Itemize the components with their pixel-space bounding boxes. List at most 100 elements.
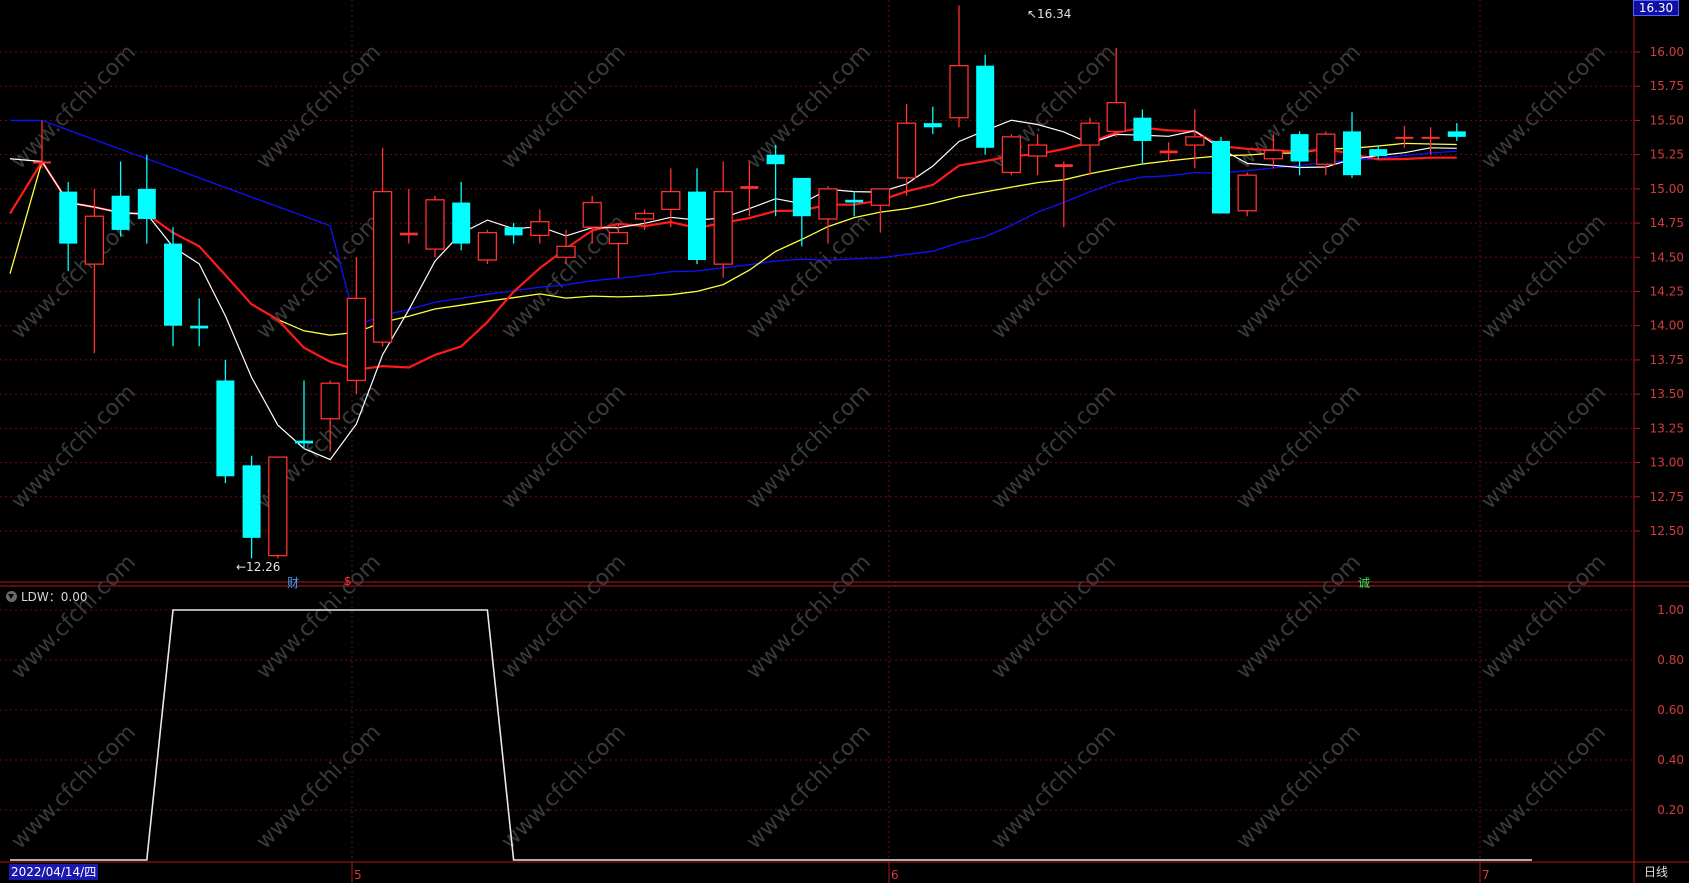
- watermark-text: www.cfchi.com: [1232, 380, 1366, 514]
- price-tick-label: 15.25: [1650, 148, 1684, 162]
- watermark-text: www.cfchi.com: [1477, 40, 1611, 174]
- watermark-text: www.cfchi.com: [7, 40, 141, 174]
- candle-body: [766, 154, 785, 165]
- watermark-text: www.cfchi.com: [7, 720, 141, 854]
- candle-body: [190, 325, 209, 329]
- candle-body: [1159, 150, 1178, 154]
- month-label: 6: [891, 868, 899, 882]
- watermark-text: www.cfchi.com: [742, 210, 876, 344]
- current-price-label: 16.30: [1633, 0, 1679, 16]
- high-price-label: ↖16.34: [1027, 7, 1071, 21]
- watermark-text: www.cfchi.com: [742, 380, 876, 514]
- watermark-text: www.cfchi.com: [497, 550, 631, 684]
- event-marker-dividend[interactable]: $: [344, 574, 352, 588]
- watermark-text: www.cfchi.com: [742, 720, 876, 854]
- candle-body: [949, 65, 969, 119]
- candle-body: [164, 243, 182, 326]
- period-selector[interactable]: 日线: [1636, 864, 1676, 881]
- watermark-text: www.cfchi.com: [1232, 210, 1366, 344]
- candle-body: [896, 122, 917, 179]
- candle-body: [1001, 136, 1022, 174]
- candle-body: [582, 201, 602, 228]
- indicator-tick-label: 0.60: [1657, 703, 1684, 717]
- candle-body: [1054, 164, 1073, 167]
- watermark-text: www.cfchi.com: [987, 210, 1121, 344]
- watermark-text: www.cfchi.com: [1232, 550, 1366, 684]
- price-tick-label: 15.75: [1650, 79, 1684, 93]
- candle-body: [268, 456, 288, 557]
- stock-chart[interactable]: www.cfchi.com www.cfchi.com www.cfchi.com w…: [0, 0, 1689, 883]
- candle-body: [818, 188, 838, 220]
- watermark-text: www.cfchi.com: [1477, 380, 1611, 514]
- watermark-text: www.cfchi.com: [252, 40, 386, 174]
- price-tick-label: 15.50: [1650, 113, 1684, 127]
- candle-body: [923, 123, 942, 128]
- price-tick-label: 12.50: [1650, 524, 1684, 538]
- candle-body: [1316, 133, 1336, 165]
- price-tick-label: 13.50: [1650, 387, 1684, 401]
- candle-body: [372, 190, 393, 343]
- watermark-text: www.cfchi.com: [1477, 210, 1611, 344]
- price-tick-label: 14.00: [1650, 319, 1684, 333]
- candle-body: [1447, 131, 1466, 137]
- watermark-text: www.cfchi.com: [987, 550, 1121, 684]
- watermark-text: www.cfchi.com: [742, 550, 876, 684]
- price-tick-label: 12.75: [1650, 490, 1684, 504]
- candle-body: [713, 190, 733, 265]
- month-label: 5: [354, 868, 362, 882]
- candle-body: [33, 161, 51, 164]
- candle-body: [320, 382, 340, 420]
- watermark-text: www.cfchi.com: [987, 380, 1121, 514]
- event-marker-integrity[interactable]: 诚: [1358, 574, 1370, 591]
- candle-body: [688, 191, 706, 261]
- candle-body: [976, 65, 995, 148]
- candle-body: [1343, 131, 1361, 176]
- candle-body: [1369, 149, 1388, 157]
- watermark-text: www.cfchi.com: [497, 40, 631, 174]
- candle-body: [1421, 136, 1440, 139]
- indicator-tick-label: 1.00: [1657, 603, 1684, 617]
- candle-body: [845, 199, 864, 203]
- indicator-tick-label: 0.40: [1657, 753, 1684, 767]
- candle-body: [530, 221, 550, 237]
- watermark-text: www.cfchi.com: [1477, 720, 1611, 854]
- candle-body: [452, 202, 471, 244]
- candle-body: [137, 188, 156, 219]
- candle-body: [634, 212, 655, 220]
- watermark-text: www.cfchi.com: [497, 380, 631, 514]
- candle-body: [59, 191, 78, 244]
- candle-body: [870, 188, 891, 206]
- candle-body: [1237, 174, 1257, 212]
- watermark-text: www.cfchi.com: [497, 720, 631, 854]
- candle-body: [1263, 149, 1284, 160]
- watermark-text: www.cfchi.com: [252, 720, 386, 854]
- candle-body: [1106, 101, 1126, 133]
- candle-body: [740, 186, 759, 189]
- candle-body: [295, 440, 313, 444]
- price-tick-label: 13.00: [1650, 456, 1684, 470]
- indicator-title[interactable]: LDW：0.00: [6, 588, 88, 605]
- candle-body: [556, 245, 576, 258]
- month-label: 7: [1482, 868, 1490, 882]
- low-price-label: ←12.26: [236, 560, 280, 574]
- indicator-tick-label: 0.80: [1657, 653, 1684, 667]
- candle-body: [661, 190, 681, 211]
- candle-body: [1290, 134, 1309, 162]
- candle-body: [504, 227, 523, 236]
- watermark-text: www.cfchi.com: [742, 40, 876, 174]
- event-marker-finance[interactable]: 财: [287, 574, 299, 591]
- price-tick-label: 16.00: [1650, 45, 1684, 59]
- candle-body: [84, 215, 105, 265]
- watermark-text: www.cfchi.com: [7, 380, 141, 514]
- price-tick-label: 15.00: [1650, 182, 1684, 196]
- dropdown-icon[interactable]: [6, 591, 17, 602]
- price-tick-label: 14.25: [1650, 285, 1684, 299]
- price-tick-label: 13.25: [1650, 421, 1684, 435]
- candle-body: [399, 232, 418, 236]
- price-tick-label: 13.75: [1650, 353, 1684, 367]
- candle-body: [477, 232, 498, 261]
- candle-body: [111, 195, 130, 230]
- candle-body: [1395, 136, 1414, 139]
- watermark-text: www.cfchi.com: [1232, 720, 1366, 854]
- candle-body: [425, 199, 445, 250]
